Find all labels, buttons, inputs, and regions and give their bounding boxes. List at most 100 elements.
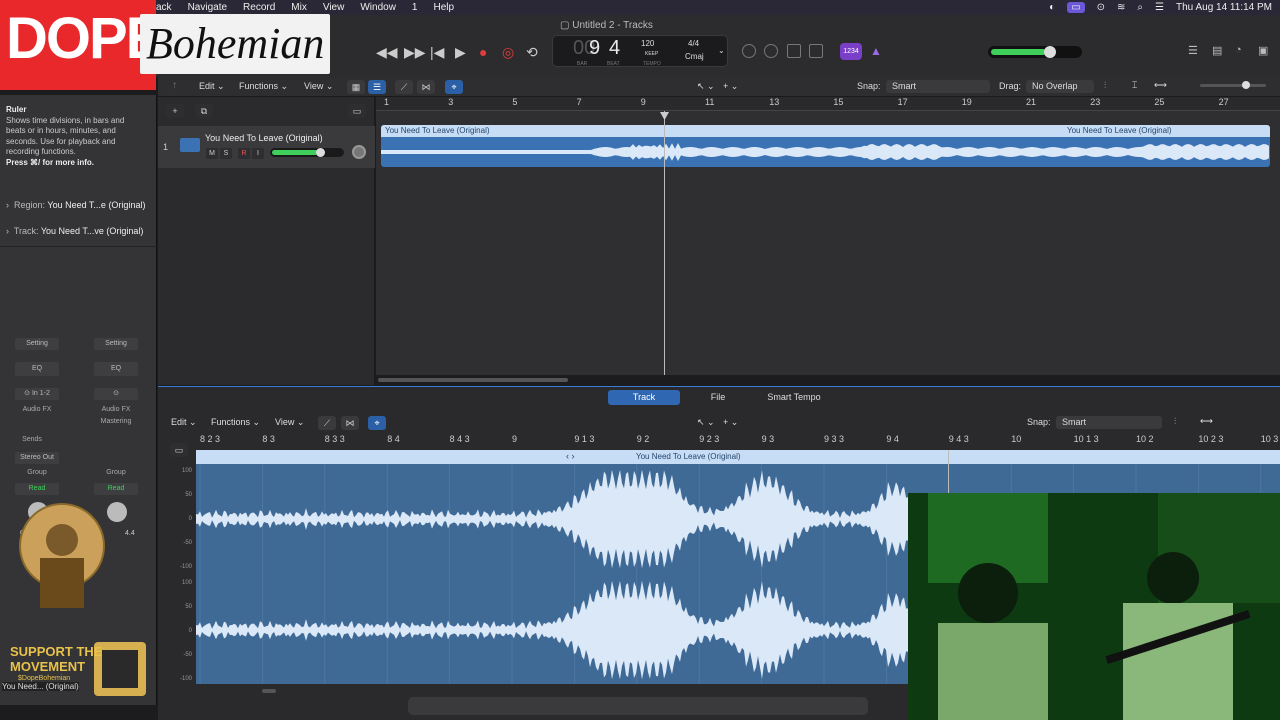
strip2-group[interactable]: Group: [94, 469, 138, 476]
add-track-icon[interactable]: +: [166, 104, 184, 118]
strip2-setting-button[interactable]: Setting: [94, 338, 138, 350]
secondary-tool-icon[interactable]: + ⌄: [723, 81, 738, 92]
input-monitor-button[interactable]: I: [252, 148, 264, 159]
strip2-mastering-plugin[interactable]: Mastering: [94, 418, 138, 425]
playhead[interactable]: [664, 111, 665, 375]
editor-pointer-tool-icon[interactable]: ↖ ⌄: [697, 417, 715, 428]
zoom-slider[interactable]: [1200, 81, 1266, 89]
edit-menu[interactable]: Edit ⌄: [199, 81, 225, 92]
track-pan-knob[interactable]: [352, 145, 366, 159]
list-editors-icon[interactable]: ☰: [1188, 44, 1198, 57]
tuner-icon[interactable]: [742, 44, 756, 58]
count-in-button[interactable]: 1234: [840, 43, 862, 60]
menu-item-navigate[interactable]: Navigate: [188, 2, 227, 13]
editor-secondary-tool-icon[interactable]: + ⌄: [723, 417, 738, 428]
capture-record-icon[interactable]: ◎: [502, 44, 514, 61]
browser-icon[interactable]: ▣: [1258, 44, 1268, 57]
master-volume-slider[interactable]: [988, 46, 1082, 58]
master-volume-knob[interactable]: [1044, 46, 1056, 58]
strip1-audio-fx[interactable]: Audio FX: [15, 406, 59, 413]
editor-automation-icon[interactable]: ⟋: [318, 416, 336, 430]
menu-item-1[interactable]: 1: [412, 2, 418, 13]
strip1-eq[interactable]: EQ: [15, 362, 59, 376]
wifi-icon[interactable]: ≋: [1117, 2, 1125, 13]
ruler[interactable]: 1 3 5 7 9 11 13 15 17 19 21 23 25 27: [376, 97, 1280, 111]
editor-edit-menu[interactable]: Edit ⌄: [171, 417, 197, 428]
vertical-zoom-icon[interactable]: ⌶: [1132, 80, 1137, 91]
tab-smart-tempo[interactable]: Smart Tempo: [756, 390, 832, 405]
editor-functions-menu[interactable]: Functions ⌄: [211, 417, 260, 428]
strip2-automation-read[interactable]: Read: [94, 483, 138, 495]
clock[interactable]: Thu Aug 14 11:14 PM: [1176, 2, 1272, 13]
menu-item-help[interactable]: Help: [433, 2, 454, 13]
record-enable-button[interactable]: R: [238, 148, 250, 159]
play-status-icon[interactable]: ⊙: [1097, 2, 1105, 13]
duplicate-track-icon[interactable]: ⧉: [195, 104, 213, 118]
strip2-eq[interactable]: EQ: [94, 362, 138, 376]
waveform-zoom-icon[interactable]: ⫶: [1104, 80, 1106, 91]
editor-snap-dropdown[interactable]: Smart: [1056, 416, 1162, 429]
strip2-audio-fx[interactable]: Audio FX: [94, 406, 138, 413]
flex-icon[interactable]: ⋈: [417, 80, 435, 94]
lcd-display[interactable]: 00 9 4 BAR BEAT 120 KEEP TEMPO 4/4 Cmaj …: [552, 35, 728, 67]
horizontal-zoom-icon[interactable]: ⟷: [1154, 80, 1167, 91]
horizontal-scrollbar[interactable]: [378, 378, 568, 382]
functions-menu[interactable]: Functions ⌄: [239, 81, 288, 92]
fast-forward-icon[interactable]: ▶▶: [404, 44, 426, 61]
cycle-icon[interactable]: ⟲: [526, 44, 538, 61]
strip1-output[interactable]: Stereo Out: [15, 452, 59, 464]
play-icon[interactable]: ▶: [455, 44, 466, 61]
track-inspector-header[interactable]: › Track: You Need T...ve (Original): [6, 226, 143, 236]
view-menu[interactable]: View ⌄: [304, 81, 333, 92]
rewind-icon[interactable]: ◀◀: [376, 44, 398, 61]
menu-item-mix[interactable]: Mix: [291, 2, 307, 13]
region-move-handle-icon[interactable]: ‹ ›: [566, 451, 575, 461]
metronome-icon[interactable]: ▲: [870, 44, 882, 58]
editor-waveform-zoom-icon[interactable]: ⫶: [1174, 416, 1176, 427]
editor-view-menu[interactable]: View ⌄: [275, 417, 304, 428]
global-tracks-icon[interactable]: ▭: [348, 104, 366, 118]
strip1-automation-read[interactable]: Read: [15, 483, 59, 495]
editor-horizontal-zoom-icon[interactable]: ⟷: [1200, 416, 1213, 427]
notepad-icon[interactable]: ▤: [1212, 44, 1222, 57]
snap-dropdown[interactable]: Smart: [886, 80, 990, 93]
track-name[interactable]: You Need To Leave (Original): [205, 133, 323, 143]
editor-sidebar-icon[interactable]: ▭: [170, 443, 188, 457]
tab-track[interactable]: Track: [608, 390, 680, 405]
search-icon[interactable]: ⌕: [1137, 2, 1143, 13]
region-inspector-header[interactable]: › Region: You Need T...e (Original): [6, 200, 145, 210]
list-editor-icon[interactable]: [809, 44, 823, 58]
editor-flex-icon[interactable]: ⋈: [341, 416, 359, 430]
go-to-start-icon[interactable]: |◀: [430, 44, 444, 61]
strip1-setting-button[interactable]: Setting: [15, 338, 59, 350]
menu-item-view[interactable]: View: [323, 2, 345, 13]
metronome-settings-icon[interactable]: [764, 44, 778, 58]
automation-icon[interactable]: ⟋: [395, 80, 413, 94]
list-view-icon[interactable]: ☰: [368, 80, 386, 94]
track-volume-slider[interactable]: [270, 148, 344, 157]
strip1-input[interactable]: ⊙ In 1-2: [15, 388, 59, 400]
lcd-chevron-down-icon[interactable]: ⌄: [718, 46, 725, 55]
record-icon[interactable]: ●: [479, 44, 487, 60]
strip2-link-icon[interactable]: ⊙: [94, 388, 138, 400]
catch-icon[interactable]: ⌖: [445, 80, 463, 94]
menu-item-window[interactable]: Window: [360, 2, 396, 13]
editor-scrollbar[interactable]: [262, 689, 276, 693]
strip1-group[interactable]: Group: [15, 469, 59, 476]
track-icon[interactable]: [180, 138, 200, 152]
grid-view-icon[interactable]: ▦: [347, 80, 365, 94]
zoom-slider-knob[interactable]: [1242, 81, 1250, 89]
pencil-icon[interactable]: [787, 44, 801, 58]
loops-icon[interactable]: ◔: [1235, 44, 1242, 56]
control-center-icon[interactable]: ☰: [1155, 2, 1164, 13]
status-icon-a[interactable]: ◐: [1049, 2, 1055, 13]
drag-dropdown[interactable]: No Overlap: [1026, 80, 1094, 93]
strip1-sends[interactable]: Sends: [15, 436, 49, 443]
mute-button[interactable]: M: [206, 148, 218, 159]
up-arrow-icon[interactable]: ↑: [172, 80, 177, 91]
menu-item-record[interactable]: Record: [243, 2, 275, 13]
pointer-tool-icon[interactable]: ↖ ⌄: [697, 81, 715, 92]
menu-item-track[interactable]: ack: [156, 2, 172, 13]
editor-catch-icon[interactable]: ⌖: [368, 416, 386, 430]
audio-region[interactable]: You Need To Leave (Original) You Need To…: [381, 125, 1270, 167]
